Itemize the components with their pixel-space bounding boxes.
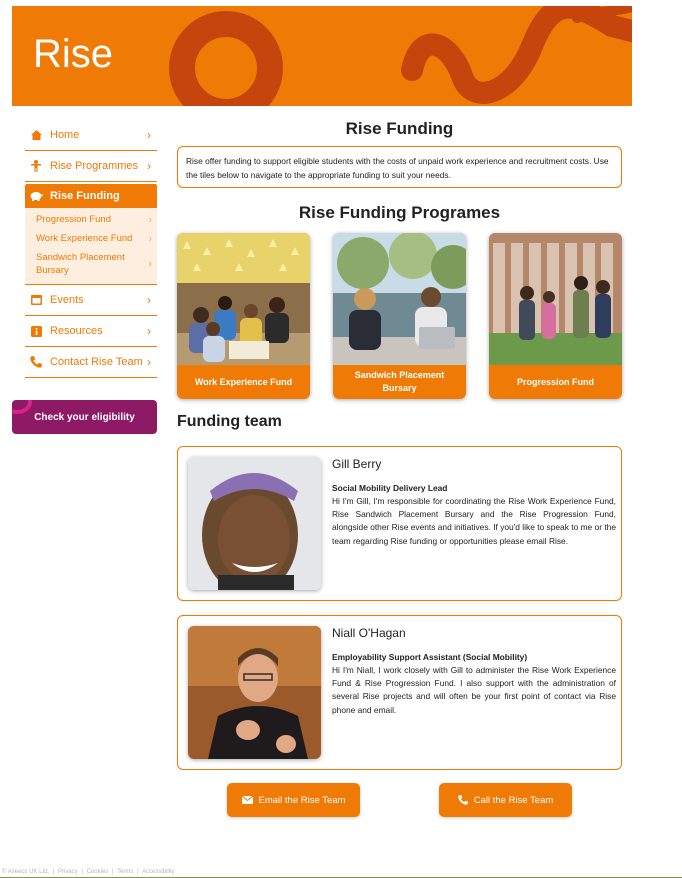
footer-separator: | <box>137 869 139 875</box>
tile-label: Sandwich Placement Bursary <box>333 365 466 399</box>
team-member-name: Gill Berry <box>332 457 382 471</box>
footer-copyright: © Aseecs UK Ltd. <box>2 869 50 875</box>
footer-separator: | <box>52 869 55 875</box>
chevron-right-icon: › <box>148 233 152 244</box>
chevron-right-icon: › <box>147 293 151 307</box>
submenu-item-sandwich-placement-bursary[interactable]: Sandwich Placement Bursary › <box>25 248 157 280</box>
sidebar-item-label: Rise Programmes <box>50 160 139 172</box>
gill-berry-avatar <box>188 457 321 590</box>
tile-label: Progression Fund <box>489 365 622 399</box>
submenu-item-label: Progression Fund <box>36 214 111 225</box>
check-eligibility-label: Check your eligibility <box>34 411 135 423</box>
call-rise-team-button[interactable]: Call the Rise Team <box>439 783 572 817</box>
programmes-heading: Rise Funding Programes <box>298 203 501 222</box>
intro-text: Rise offer funding to support eligible s… <box>177 146 622 188</box>
footer-link-accessibility[interactable]: Accessibility <box>142 869 175 875</box>
funding-submenu: Progression Fund › Work Experience Fund … <box>25 208 157 285</box>
submenu-item-progression-fund[interactable]: Progression Fund › <box>25 210 157 229</box>
calendar-icon <box>29 293 43 307</box>
tile-sandwich-placement-bursary[interactable]: Sandwich Placement Bursary <box>333 233 466 399</box>
submenu-item-label: Sandwich Placement Bursary <box>36 252 125 276</box>
sidebar-item-home[interactable]: Home › <box>25 120 157 151</box>
phone-icon <box>458 795 468 805</box>
page-title: Rise Funding <box>345 119 454 138</box>
sandwich-placement-photo <box>333 233 466 365</box>
sidebar-item-label: Rise Funding <box>50 190 120 202</box>
sidebar-item-rise-funding[interactable]: Rise Funding <box>25 184 157 208</box>
chevron-right-icon: › <box>147 128 151 142</box>
footer-link-terms[interactable]: Terms <box>117 869 133 875</box>
chevron-right-icon: › <box>147 355 151 369</box>
work-experience-photo <box>177 233 310 365</box>
site-title: Rise <box>33 32 114 76</box>
footer-link-privacy[interactable]: Privacy <box>58 869 78 875</box>
sidebar-nav: Home › Rise Programmes › Rise Funding Pr… <box>25 120 157 378</box>
tile-label: Work Experience Fund <box>177 365 310 399</box>
team-card-gill-berry: Gill Berry Social Mobility Delivery Lead… <box>177 446 622 601</box>
tile-work-experience-fund[interactable]: Work Experience Fund <box>177 233 310 399</box>
team-member-name: Niall O'Hagan <box>332 626 406 640</box>
swoosh-decoration <box>12 400 32 414</box>
sidebar-item-rise-programmes[interactable]: Rise Programmes › <box>25 151 157 182</box>
footer-separator: | <box>81 869 83 875</box>
team-member-bio: Hi I'm Gill, I'm responsible for coordin… <box>332 496 616 546</box>
header-banner: Rise <box>12 6 632 106</box>
funding-team-heading: Funding team <box>177 413 282 430</box>
piggy-bank-icon <box>29 189 43 203</box>
sidebar-item-resources[interactable]: Resources › <box>25 316 157 347</box>
sidebar-item-contact-rise-team[interactable]: Contact Rise Team › <box>25 347 157 378</box>
footer: © Aseecs UK Ltd. | Privacy | Cookies | T… <box>0 866 682 878</box>
team-card-niall-ohagan: Niall O'Hagan Employability Support Assi… <box>177 615 622 770</box>
person-icon <box>29 159 43 173</box>
info-icon <box>29 324 43 338</box>
tile-progression-fund[interactable]: Progression Fund <box>489 233 622 399</box>
sidebar-item-label: Home <box>50 129 80 141</box>
progression-fund-photo <box>489 233 622 365</box>
check-eligibility-button[interactable]: Check your eligibility <box>12 400 157 434</box>
sidebar-item-label: Resources <box>50 325 103 337</box>
submenu-item-label: Work Experience Fund <box>36 233 133 244</box>
email-button-label: Email the Rise Team <box>258 794 346 806</box>
team-member-bio: Hi I'm Niall, I work closely with Gill t… <box>332 665 616 715</box>
chevron-right-icon: › <box>148 258 152 270</box>
home-icon <box>29 128 43 142</box>
niall-ohagan-avatar <box>188 626 321 759</box>
team-member-role: Social Mobility Delivery Lead <box>332 483 448 493</box>
chevron-right-icon: › <box>147 324 151 338</box>
envelope-icon <box>241 796 253 804</box>
sidebar-item-events[interactable]: Events › <box>25 285 157 316</box>
sidebar-item-label: Events <box>50 294 84 306</box>
footer-separator: | <box>111 869 114 875</box>
submenu-item-work-experience-fund[interactable]: Work Experience Fund › <box>25 229 157 248</box>
chevron-right-icon: › <box>148 214 152 225</box>
footer-link-cookies[interactable]: Cookies <box>87 869 109 875</box>
email-rise-team-button[interactable]: Email the Rise Team <box>227 783 360 817</box>
chevron-right-icon: › <box>147 159 151 173</box>
phone-icon <box>29 355 43 369</box>
call-button-label: Call the Rise Team <box>473 794 554 806</box>
sidebar-item-label: Contact Rise Team <box>50 356 143 368</box>
team-member-role: Employability Support Assistant (Social … <box>332 652 528 662</box>
